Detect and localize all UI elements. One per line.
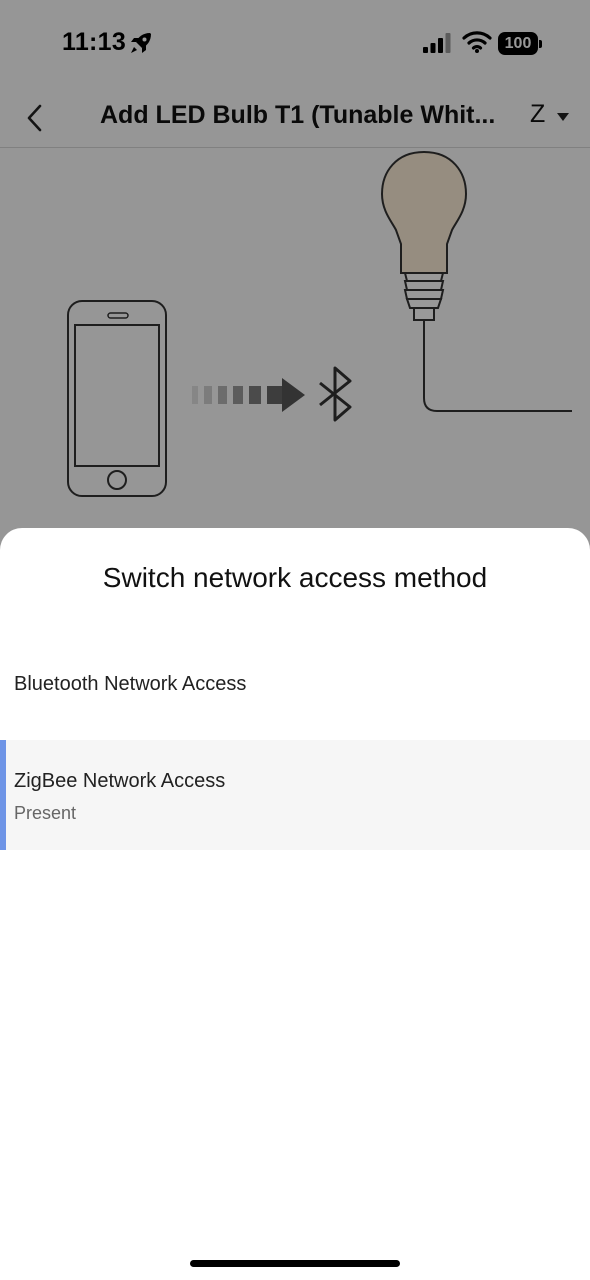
option-zigbee-network-access[interactable]: ZigBee Network Access Present [0,740,590,850]
option-status: Present [14,803,77,823]
option-label: Bluetooth Network Access [14,673,247,695]
option-bluetooth-network-access[interactable]: Bluetooth Network Access [0,646,590,726]
sheet-title: Switch network access method [102,562,488,593]
network-method-sheet: Switch network access method Bluetooth N… [0,528,590,1280]
selected-indicator [0,740,6,850]
home-indicator [190,1260,400,1267]
option-label: ZigBee Network Access [14,770,226,792]
